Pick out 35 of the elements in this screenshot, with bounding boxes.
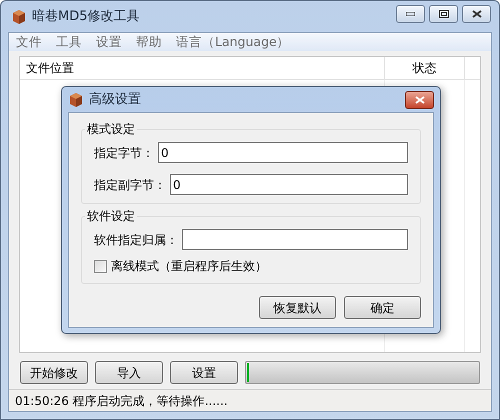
menu-item[interactable]: 工具 — [56, 32, 82, 52]
field-label: 软件指定归属： — [94, 232, 178, 248]
dialog-button[interactable]: 恢复默认 — [259, 296, 336, 319]
cube-icon — [12, 8, 26, 24]
menu-item[interactable]: 设置 — [96, 32, 122, 52]
column-header[interactable]: 文件位置 — [20, 57, 385, 79]
input-field[interactable]: 0 — [170, 174, 408, 195]
minimize-button[interactable] — [396, 4, 425, 22]
group-title: 模式设定 — [85, 121, 137, 137]
menu-item[interactable]: 帮助 — [136, 32, 162, 52]
checkbox[interactable] — [94, 260, 107, 272]
window-title: 暗巷MD5修改工具 — [32, 8, 140, 26]
action-button[interactable]: 开始修改 — [20, 361, 88, 384]
field-label: 指定副字节： — [94, 176, 166, 194]
maximize-button[interactable] — [429, 4, 458, 22]
menu-item[interactable]: 文件 — [16, 32, 42, 52]
dialog-title: 高级设置 — [89, 90, 141, 109]
maximize-icon — [438, 10, 448, 18]
status-text: 01:50:26 程序启动完成，等待操作...... — [15, 392, 228, 410]
close-button[interactable] — [405, 90, 434, 108]
minimize-icon — [406, 12, 415, 16]
dialog-button[interactable]: 确定 — [344, 296, 421, 319]
input-field[interactable]: 0 — [158, 142, 408, 163]
cube-icon — [69, 92, 83, 108]
close-icon — [414, 96, 424, 104]
column-header[interactable]: 状态 — [385, 57, 465, 79]
checkbox-label: 离线模式（重启程序后生效） — [111, 258, 267, 275]
input-field[interactable] — [182, 229, 408, 250]
field-label: 指定字节： — [94, 144, 154, 162]
action-button[interactable]: 导入 — [95, 361, 163, 384]
group-title: 软件设定 — [85, 208, 137, 224]
close-icon — [472, 10, 482, 18]
menu-item[interactable]: 语言（Language） — [176, 32, 290, 52]
close-button[interactable] — [462, 4, 491, 22]
action-button[interactable]: 设置 — [170, 361, 238, 384]
